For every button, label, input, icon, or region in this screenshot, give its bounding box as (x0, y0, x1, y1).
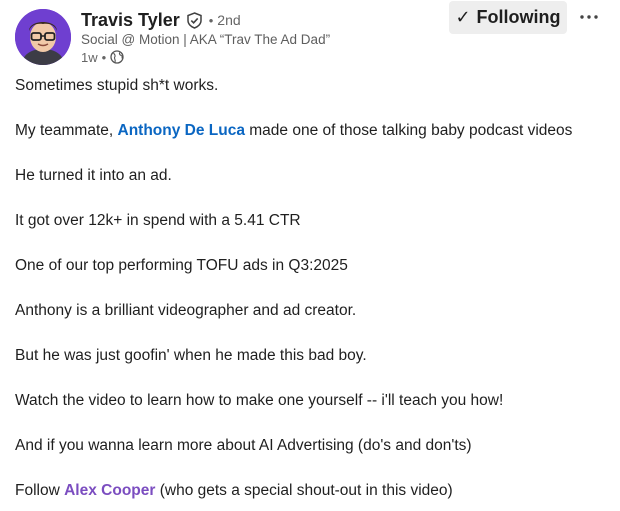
paragraph-text: made one of those talking baby podcast v… (244, 122, 573, 139)
connection-degree: 2nd (217, 12, 241, 28)
paragraph-text: My teammate, (15, 122, 118, 139)
post-paragraph: Sometimes stupid sh*t works. (15, 77, 219, 94)
author-headline: Social @ Motion | AKA “Trav The Ad Dad” (81, 32, 331, 47)
avatar-image (15, 9, 71, 65)
mention-link[interactable]: Anthony De Luca (118, 122, 245, 139)
feed-post: Travis Tyler • 2nd Social @ Motion | AKA… (0, 0, 620, 511)
separator-dot: • (208, 12, 214, 28)
checkmark-icon: ✓ (455, 7, 471, 27)
globe-icon (110, 50, 124, 64)
post-time[interactable]: 1w (81, 50, 98, 65)
more-options-button[interactable] (576, 6, 602, 28)
post-paragraph: My teammate, Anthony De Luca made one of… (15, 121, 572, 141)
post-paragraph: Watch the video to learn how to make one… (15, 392, 504, 409)
paragraph-text: (who gets a special shout-out in this vi… (155, 482, 453, 499)
following-label: Following (476, 7, 561, 27)
paragraph-text: Follow (15, 482, 65, 499)
post-paragraph: Follow Alex Cooper (who gets a special s… (15, 481, 453, 501)
verified-shield-icon (186, 11, 203, 29)
following-button[interactable]: ✓ Following (449, 1, 567, 34)
post-paragraph: And if you wanna learn more about AI Adv… (15, 437, 472, 454)
author-name[interactable]: Travis Tyler (81, 10, 180, 31)
mention-link[interactable]: Alex Cooper (64, 482, 155, 499)
post-meta: 1w • (81, 48, 124, 66)
post-paragraph: Anthony is a brilliant videographer and … (15, 302, 357, 319)
author-name-row: Travis Tyler • 2nd (81, 8, 241, 32)
more-icon (580, 15, 598, 19)
author-avatar[interactable] (15, 9, 71, 65)
post-paragraph: But he was just goofin' when he made thi… (15, 347, 367, 364)
post-paragraph: One of our top performing TOFU ads in Q3… (15, 257, 348, 274)
post-paragraph: It got over 12k+ in spend with a 5.41 CT… (15, 212, 301, 229)
post-paragraph: He turned it into an ad. (15, 167, 172, 184)
separator-dot: • (101, 49, 107, 65)
